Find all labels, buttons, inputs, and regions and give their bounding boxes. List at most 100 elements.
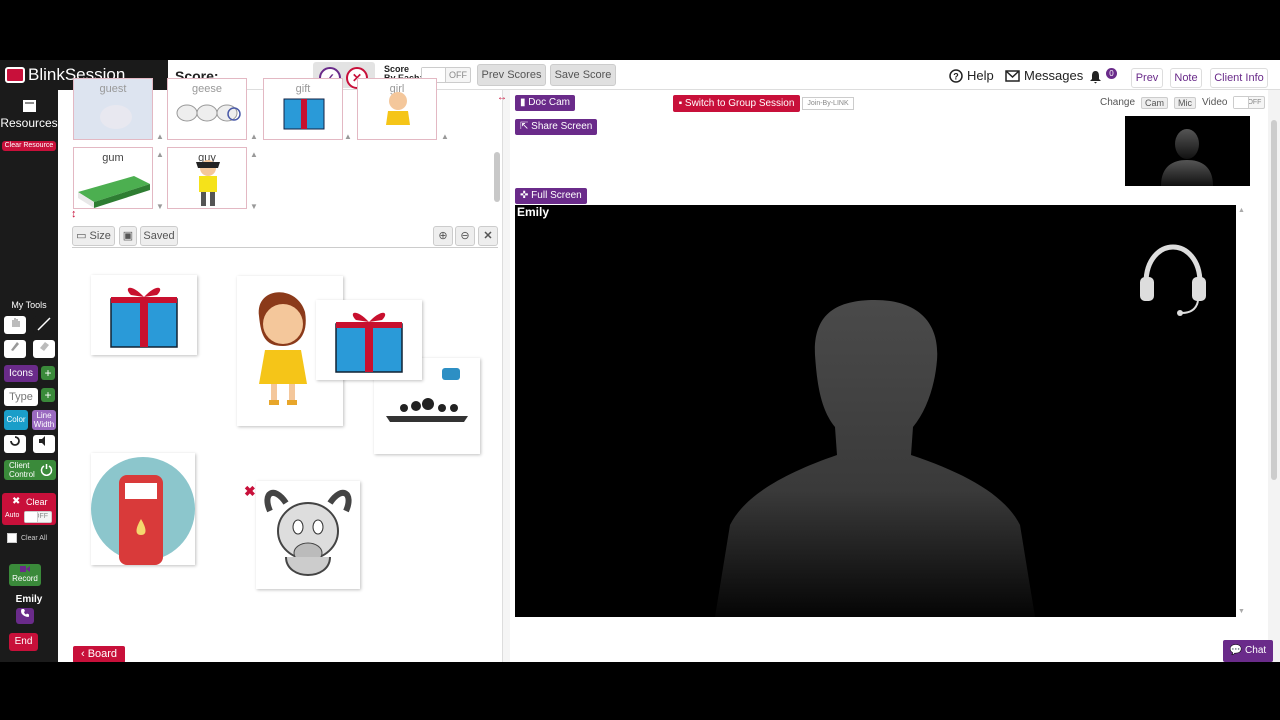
clear-icon[interactable]: ✖ <box>12 496 20 507</box>
resource-tile-girl[interactable]: girl <box>357 78 437 140</box>
board-card-goat[interactable] <box>256 481 360 589</box>
resource-scrollbar[interactable] <box>494 152 500 202</box>
auto-label: Auto <box>5 512 20 519</box>
scroll-up-icon[interactable]: ▲ <box>1238 207 1245 214</box>
record-label: Record <box>12 574 38 583</box>
page-scrollbar-thumb[interactable] <box>1271 120 1277 480</box>
whiteboard[interactable]: ✖ <box>72 247 498 647</box>
resize-arrows-icon[interactable]: ↔ <box>497 92 507 103</box>
resources-label[interactable]: Resources <box>0 116 58 130</box>
zoom-out-icon[interactable]: ⊖ <box>455 226 475 246</box>
bell-icon[interactable] <box>1089 70 1102 84</box>
size-button[interactable]: ▭ Size <box>72 226 115 246</box>
media-change-row: Change Cam Mic Video OFF <box>1100 96 1266 109</box>
client-control-button[interactable]: Client Control <box>4 460 56 480</box>
resource-panel: guest ▲ geese ▲ gift ▲ girl ▲ gum ▲ ▼ gu… <box>70 78 502 220</box>
sound-button[interactable] <box>33 435 55 453</box>
change-mic-button[interactable]: Mic <box>1174 96 1197 109</box>
headphones-icon[interactable] <box>1138 243 1208 319</box>
resources-icon[interactable] <box>22 99 37 113</box>
pencil-tool-button[interactable] <box>4 340 26 358</box>
share-screen-label: Share Screen <box>531 121 593 132</box>
save-score-button[interactable]: Save Score <box>550 64 616 86</box>
client-info-button[interactable]: Client Info <box>1210 68 1268 88</box>
size-label: Size <box>89 230 111 242</box>
color-button[interactable]: Color <box>4 410 28 430</box>
board-card-gift[interactable] <box>91 275 197 355</box>
messages-link[interactable]: Messages <box>1005 68 1083 83</box>
share-screen-button[interactable]: ⇱ Share Screen <box>515 119 598 135</box>
resource-arrow: ▲ <box>344 132 352 141</box>
panel-divider[interactable]: ↔ <box>497 90 510 662</box>
board-card-gift-2[interactable] <box>316 300 422 380</box>
switch-group-label: Switch to Group Session <box>684 98 795 109</box>
icons-button[interactable]: Icons <box>4 365 38 382</box>
app-window: BlinkSession Score: ✓ ✕ Score By Each: O… <box>0 60 1280 662</box>
line-tool-button[interactable] <box>33 316 55 334</box>
resource-tile-gift[interactable]: gift <box>263 78 343 140</box>
resource-arrow: ▲ <box>250 132 258 141</box>
line-width-button[interactable]: Line Width <box>32 410 56 430</box>
end-button[interactable]: End <box>9 633 38 651</box>
resource-tile-guest[interactable]: guest <box>73 78 153 140</box>
change-cam-button[interactable]: Cam <box>1141 96 1169 109</box>
person-silhouette-icon <box>1161 129 1213 186</box>
switch-group-session-button[interactable]: ▪ Switch to Group Session <box>673 95 800 112</box>
auto-clear-toggle[interactable]: OFF <box>24 511 52 523</box>
notification-badge: 0 <box>1106 68 1117 79</box>
help-link[interactable]: ? Help <box>949 68 994 83</box>
page-scrollbar[interactable] <box>1268 90 1280 662</box>
scroll-down-icon[interactable]: ▼ <box>1238 608 1245 615</box>
board-card-gas-pump[interactable] <box>91 453 195 565</box>
chat-button[interactable]: 💬 Chat <box>1223 640 1273 662</box>
undo-button[interactable] <box>4 435 26 453</box>
resource-tile-guy[interactable]: guy <box>167 147 247 209</box>
note-button[interactable]: Note <box>1170 68 1202 88</box>
envelope-icon <box>1005 69 1020 82</box>
clear-all-checkbox[interactable] <box>7 533 17 543</box>
board-button-label: Board <box>87 648 118 660</box>
record-button[interactable]: Record <box>9 564 41 586</box>
svg-text:?: ? <box>953 71 959 81</box>
call-button[interactable] <box>16 608 34 624</box>
zoom-in-icon[interactable]: ⊕ <box>433 226 453 246</box>
prev-button[interactable]: Prev <box>1131 68 1163 88</box>
camera-icon: ▮ <box>520 97 526 108</box>
board-button[interactable]: ‹ Board <box>73 646 125 662</box>
remove-item-icon[interactable]: ✖ <box>244 483 256 500</box>
clear-resource-button[interactable]: Clear Resource <box>2 141 56 151</box>
window-icon: ▭ <box>76 230 87 242</box>
pointer-tool-button[interactable] <box>4 316 26 334</box>
type-button[interactable]: Type <box>4 388 38 406</box>
help-icon: ? <box>949 68 963 83</box>
resource-arrow: ▼ <box>250 202 258 211</box>
full-screen-label: Full Screen <box>531 190 582 201</box>
resource-tile-geese[interactable]: geese <box>167 78 247 140</box>
video-scrollbar[interactable]: ▲ ▼ <box>1237 205 1247 617</box>
full-screen-button[interactable]: ✜ Full Screen <box>515 188 587 204</box>
eraser-tool-button[interactable] <box>33 340 55 358</box>
join-by-link-button[interactable]: Join-By-LINK <box>802 97 854 110</box>
goat-icon <box>264 489 352 576</box>
resource-tile-gum[interactable]: gum <box>73 147 153 209</box>
save-icon[interactable]: ▣ <box>119 226 137 246</box>
logo-icon <box>5 67 25 83</box>
prev-scores-button[interactable]: Prev Scores <box>477 64 546 86</box>
girl-icon <box>386 92 410 125</box>
board-toolbar: ▭ Size ▣ Saved ⊕ ⊖ ✕ <box>72 226 498 248</box>
gum-icon <box>78 176 150 208</box>
line-width-label-1: Line <box>36 411 52 420</box>
clear-label[interactable]: Clear <box>26 497 48 507</box>
resource-arrow: ▲ <box>441 132 449 141</box>
speaker-icon <box>39 436 45 446</box>
add-type-button[interactable]: + <box>41 388 55 402</box>
close-icon[interactable]: ✕ <box>478 226 498 246</box>
resize-handle-icon[interactable]: ↕ <box>71 208 77 220</box>
geese-icon <box>176 104 241 122</box>
resource-label: guest <box>99 83 127 95</box>
toggle-knob <box>25 512 38 522</box>
doc-cam-button[interactable]: ▮ Doc Cam <box>515 95 575 111</box>
video-toggle[interactable]: OFF <box>1233 96 1266 109</box>
clear-all-label: Clear All <box>21 535 48 542</box>
add-icon-button[interactable]: + <box>41 366 55 380</box>
